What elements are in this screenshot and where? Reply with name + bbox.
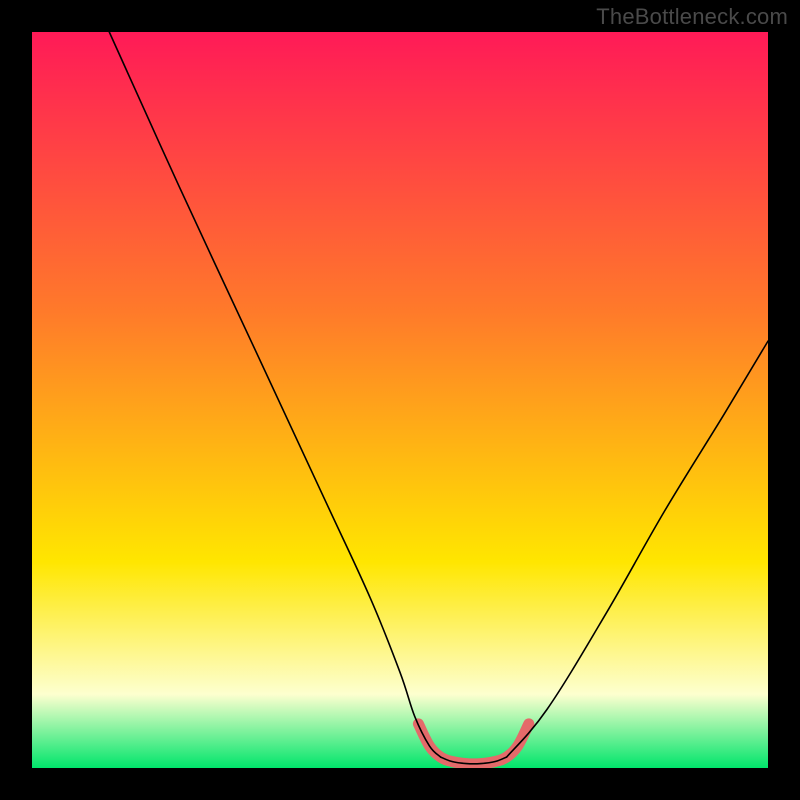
chart-svg bbox=[32, 32, 768, 768]
gradient-background bbox=[32, 32, 768, 768]
chart-frame: TheBottleneck.com bbox=[0, 0, 800, 800]
watermark-text: TheBottleneck.com bbox=[596, 4, 788, 30]
plot-area bbox=[32, 32, 768, 768]
